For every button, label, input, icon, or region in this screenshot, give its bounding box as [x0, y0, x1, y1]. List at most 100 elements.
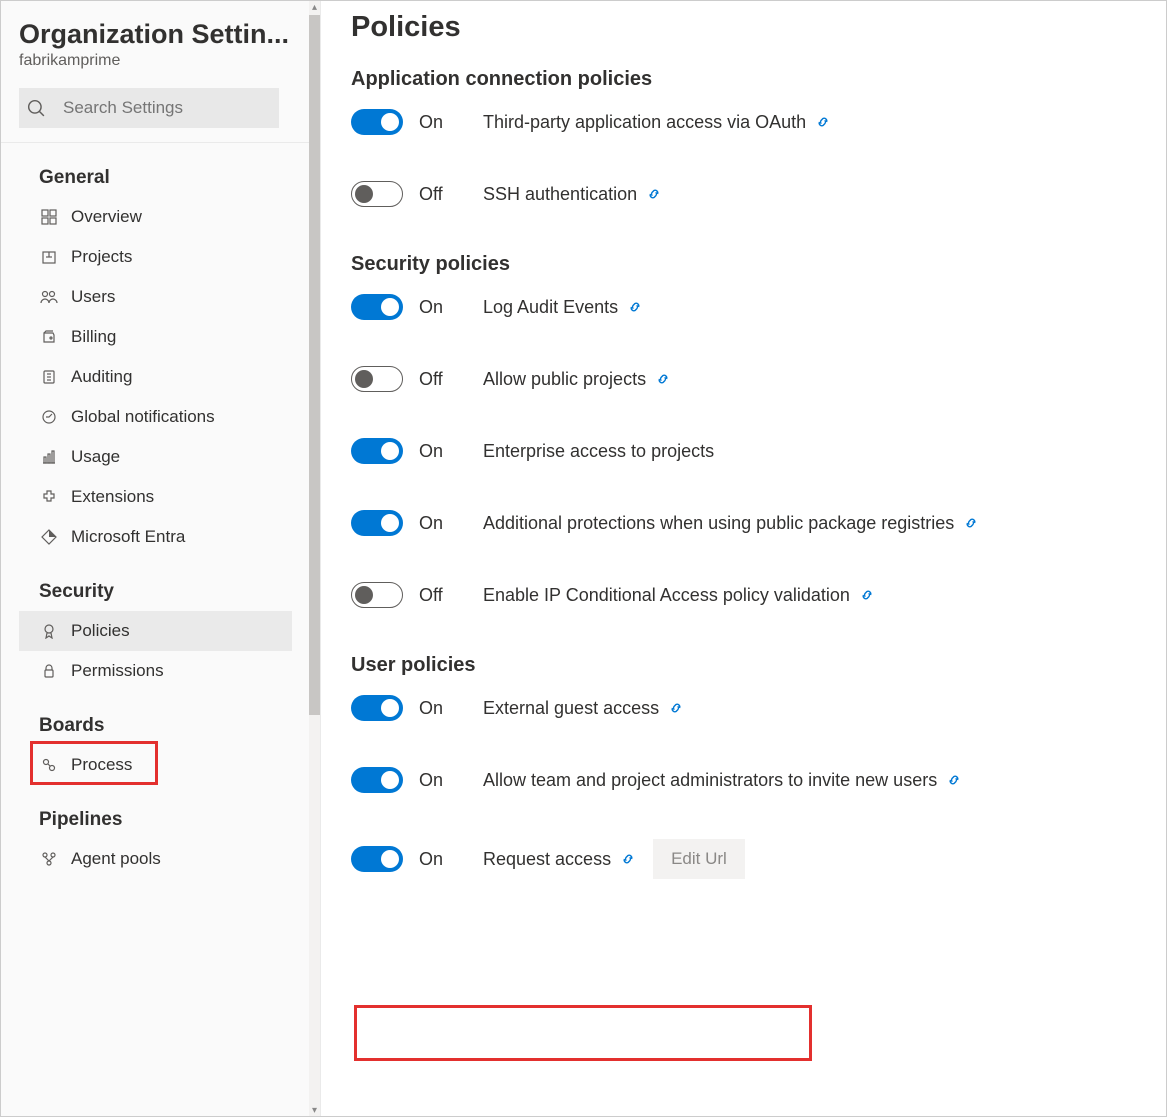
policy-label: Enterprise access to projects: [483, 441, 714, 462]
link-icon[interactable]: [669, 701, 683, 715]
search-settings-box[interactable]: [19, 88, 279, 128]
sidebar-item-label: Global notifications: [71, 407, 215, 427]
toggle-state-label: On: [419, 112, 479, 133]
toggle-state-label: On: [419, 698, 479, 719]
sidebar-item-process[interactable]: Process: [19, 745, 292, 785]
sidebar-item-agent-pools[interactable]: Agent pools: [19, 839, 292, 879]
process-icon: [39, 755, 59, 775]
toggle-additional-protections-when-using-public-package-registries[interactable]: [351, 510, 403, 536]
toggle-state-label: On: [419, 849, 479, 870]
policy-row: OnRequest access Edit Url: [351, 839, 1136, 879]
scrollbar-thumb[interactable]: [309, 15, 320, 715]
sidebar-scrollbar[interactable]: ▴ ▾: [309, 1, 320, 1116]
sidebar-item-label: Agent pools: [71, 849, 161, 869]
policy-row: OnExternal guest access: [351, 695, 1136, 721]
policy-label: Log Audit Events: [483, 297, 618, 318]
link-icon[interactable]: [860, 588, 874, 602]
toggle-external-guest-access[interactable]: [351, 695, 403, 721]
overview-icon: [39, 207, 59, 227]
sidebar-item-usage[interactable]: Usage: [19, 437, 292, 477]
sidebar-item-users[interactable]: Users: [19, 277, 292, 317]
toggle-log-audit-events[interactable]: [351, 294, 403, 320]
policy-label: Allow public projects: [483, 369, 646, 390]
section-heading: User policies: [351, 654, 1136, 677]
users-icon: [39, 287, 59, 307]
toggle-state-label: On: [419, 441, 479, 462]
toggle-third-party-application-access-via-oauth[interactable]: [351, 109, 403, 135]
policy-row: OffAllow public projects: [351, 366, 1136, 392]
policy-row: OnAllow team and project administrators …: [351, 767, 1136, 793]
link-icon[interactable]: [647, 187, 661, 201]
policy-label: Request access: [483, 849, 611, 870]
policy-label: Enable IP Conditional Access policy vali…: [483, 585, 850, 606]
policy-label: Additional protections when using public…: [483, 513, 954, 534]
sidebar-group-heading: Security: [39, 581, 292, 603]
policy-row: OffSSH authentication: [351, 181, 1136, 207]
section-heading: Security policies: [351, 253, 1136, 276]
sidebar-item-extensions[interactable]: Extensions: [19, 477, 292, 517]
policy-row: OffEnable IP Conditional Access policy v…: [351, 582, 1136, 608]
link-icon[interactable]: [947, 773, 961, 787]
edit-url-button[interactable]: Edit Url: [653, 839, 745, 879]
sidebar-item-microsoft-entra[interactable]: Microsoft Entra: [19, 517, 292, 557]
toggle-request-access[interactable]: [351, 846, 403, 872]
search-input[interactable]: [63, 98, 267, 118]
sidebar-item-label: Users: [71, 287, 115, 307]
usage-icon: [39, 447, 59, 467]
sidebar-item-overview[interactable]: Overview: [19, 197, 292, 237]
toggle-state-label: Off: [419, 585, 479, 606]
sidebar-group-heading: Pipelines: [39, 809, 292, 831]
sidebar-item-label: Auditing: [71, 367, 132, 387]
policy-row: OnAdditional protections when using publ…: [351, 510, 1136, 536]
toggle-enterprise-access-to-projects[interactable]: [351, 438, 403, 464]
toggle-state-label: Off: [419, 369, 479, 390]
page-title: Policies: [351, 11, 1136, 44]
org-name: fabrikamprime: [19, 52, 292, 70]
sidebar-item-global-notifications[interactable]: Global notifications: [19, 397, 292, 437]
sidebar-item-auditing[interactable]: Auditing: [19, 357, 292, 397]
sidebar-item-billing[interactable]: Billing: [19, 317, 292, 357]
sidebar-item-projects[interactable]: Projects: [19, 237, 292, 277]
link-icon[interactable]: [964, 516, 978, 530]
toggle-state-label: On: [419, 770, 479, 791]
policies-icon: [39, 621, 59, 641]
policy-row: OnLog Audit Events: [351, 294, 1136, 320]
agent-pools-icon: [39, 849, 59, 869]
policy-label: SSH authentication: [483, 184, 637, 205]
sidebar-item-label: Microsoft Entra: [71, 527, 185, 547]
sidebar-group-heading: Boards: [39, 715, 292, 737]
policy-label: Third-party application access via OAuth: [483, 112, 806, 133]
billing-icon: [39, 327, 59, 347]
policy-label: Allow team and project administrators to…: [483, 770, 937, 791]
sidebar-item-policies[interactable]: Policies: [19, 611, 292, 651]
notifications-icon: [39, 407, 59, 427]
toggle-allow-public-projects[interactable]: [351, 366, 403, 392]
entra-icon: [39, 527, 59, 547]
sidebar-item-label: Usage: [71, 447, 120, 467]
toggle-allow-team-and-project-administrators-to-invite-new-users[interactable]: [351, 767, 403, 793]
sidebar-item-label: Billing: [71, 327, 116, 347]
toggle-state-label: On: [419, 513, 479, 534]
toggle-enable-ip-conditional-access-policy-validation[interactable]: [351, 582, 403, 608]
toggle-ssh-authentication[interactable]: [351, 181, 403, 207]
link-icon[interactable]: [816, 115, 830, 129]
sidebar-group-heading: General: [39, 167, 292, 189]
scrollbar-down-arrow-icon[interactable]: ▾: [309, 1104, 320, 1116]
sidebar-item-label: Extensions: [71, 487, 154, 507]
policy-row: OnThird-party application access via OAu…: [351, 109, 1136, 135]
sidebar-item-label: Projects: [71, 247, 132, 267]
sidebar-item-label: Process: [71, 755, 132, 775]
auditing-icon: [39, 367, 59, 387]
link-icon[interactable]: [628, 300, 642, 314]
toggle-state-label: Off: [419, 184, 479, 205]
scrollbar-up-arrow-icon[interactable]: ▴: [309, 1, 320, 13]
sidebar-item-permissions[interactable]: Permissions: [19, 651, 292, 691]
link-icon[interactable]: [621, 852, 635, 866]
permissions-icon: [39, 661, 59, 681]
main-content: Policies Application connection policies…: [321, 1, 1166, 1116]
policy-row: OnEnterprise access to projects: [351, 438, 1136, 464]
org-settings-title: Organization Settin...: [19, 19, 299, 50]
link-icon[interactable]: [656, 372, 670, 386]
sidebar: ▴ ▾ Organization Settin... fabrikamprime…: [1, 1, 321, 1116]
extensions-icon: [39, 487, 59, 507]
